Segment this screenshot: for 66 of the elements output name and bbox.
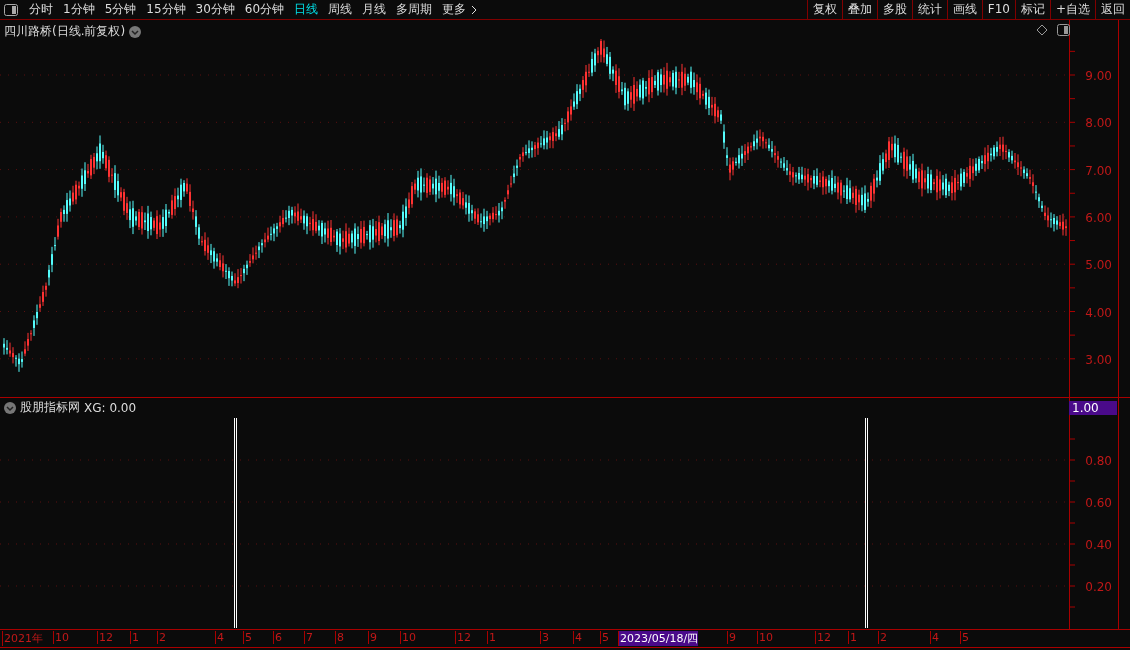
date-label: 10 bbox=[53, 631, 69, 644]
period-tab[interactable]: 30分钟 bbox=[190, 1, 240, 18]
period-tab[interactable]: 1分钟 bbox=[58, 1, 100, 18]
price-label: 7.00 bbox=[1085, 163, 1112, 178]
toolbar-button[interactable]: 标记 bbox=[1014, 0, 1050, 19]
more-menu[interactable]: 更多 bbox=[437, 1, 483, 18]
toolbar-button[interactable]: 画线 bbox=[946, 0, 982, 19]
date-label: 12 bbox=[97, 631, 113, 644]
diamond-icon[interactable] bbox=[1036, 24, 1048, 36]
date-label: 4 bbox=[930, 631, 939, 644]
period-tab[interactable]: 5分钟 bbox=[99, 1, 142, 18]
period-tab[interactable]: 60分钟 bbox=[239, 1, 290, 18]
period-tab[interactable]: 多周期 bbox=[391, 1, 438, 18]
value-label: 0.40 bbox=[1085, 538, 1112, 552]
date-label: 12 bbox=[815, 631, 831, 644]
date-label: 8 bbox=[335, 631, 344, 644]
date-label: 5 bbox=[243, 631, 252, 644]
date-label: 5 bbox=[600, 631, 609, 644]
dropdown-icon[interactable] bbox=[129, 25, 142, 38]
date-label: 1 bbox=[130, 631, 139, 644]
date-label: 2023/05/18/四 bbox=[618, 631, 699, 646]
date-label: 6 bbox=[273, 631, 282, 644]
date-label: 9 bbox=[727, 631, 736, 644]
panel-toggle-icon[interactable] bbox=[1057, 24, 1070, 36]
date-label: 3 bbox=[540, 631, 549, 644]
panel-toggle-icon[interactable] bbox=[4, 3, 18, 16]
current-value-label: 1.00 bbox=[1069, 401, 1117, 415]
chevron-icon bbox=[471, 4, 478, 15]
date-label: 12 bbox=[455, 631, 471, 644]
value-label: 0.60 bbox=[1085, 496, 1112, 510]
date-label: 2 bbox=[157, 631, 166, 644]
period-tab[interactable]: 15分钟 bbox=[141, 1, 191, 18]
date-label: 1 bbox=[848, 631, 857, 644]
date-label: 9 bbox=[368, 631, 377, 644]
toolbar-button[interactable]: 复权 bbox=[806, 0, 842, 19]
period-tab[interactable]: 分时 bbox=[24, 1, 58, 18]
toolbar-button[interactable]: 叠加 bbox=[841, 0, 877, 19]
date-label: 2 bbox=[878, 631, 887, 644]
date-label: 10 bbox=[400, 631, 416, 644]
chart-title: 四川路桥(日线.前复权) bbox=[4, 23, 126, 40]
price-label: 6.00 bbox=[1085, 210, 1112, 225]
date-label: 4 bbox=[573, 631, 582, 644]
date-label: 10 bbox=[757, 631, 773, 644]
date-label: 1 bbox=[487, 631, 496, 644]
date-label: 2021年 bbox=[2, 631, 43, 646]
period-tab[interactable]: 周线 bbox=[323, 1, 358, 18]
value-label: 0.80 bbox=[1085, 454, 1112, 468]
toolbar-button[interactable]: F10 bbox=[981, 0, 1015, 19]
date-label: 4 bbox=[215, 631, 224, 644]
price-label: 9.00 bbox=[1085, 69, 1112, 83]
price-label: 5.00 bbox=[1085, 258, 1112, 273]
value-label: 0.20 bbox=[1085, 580, 1112, 594]
toolbar-button[interactable]: 统计 bbox=[911, 0, 947, 19]
toolbar-button[interactable]: +自选 bbox=[1049, 0, 1095, 19]
period-tab[interactable]: 月线 bbox=[357, 1, 392, 18]
date-label: 7 bbox=[304, 631, 313, 644]
price-label: 8.00 bbox=[1085, 116, 1112, 131]
price-label: 3.00 bbox=[1085, 352, 1112, 367]
indicator-name: 股朋指标网 bbox=[20, 399, 80, 416]
indicator-reading: XG: 0.00 bbox=[84, 400, 137, 415]
price-label: 4.00 bbox=[1085, 305, 1112, 320]
period-tab[interactable]: 日线 bbox=[289, 1, 324, 18]
toolbar-button[interactable]: 返回 bbox=[1095, 0, 1130, 19]
dropdown-icon[interactable] bbox=[4, 401, 16, 414]
toolbar-button[interactable]: 多股 bbox=[876, 0, 912, 19]
date-label: 5 bbox=[960, 631, 969, 644]
